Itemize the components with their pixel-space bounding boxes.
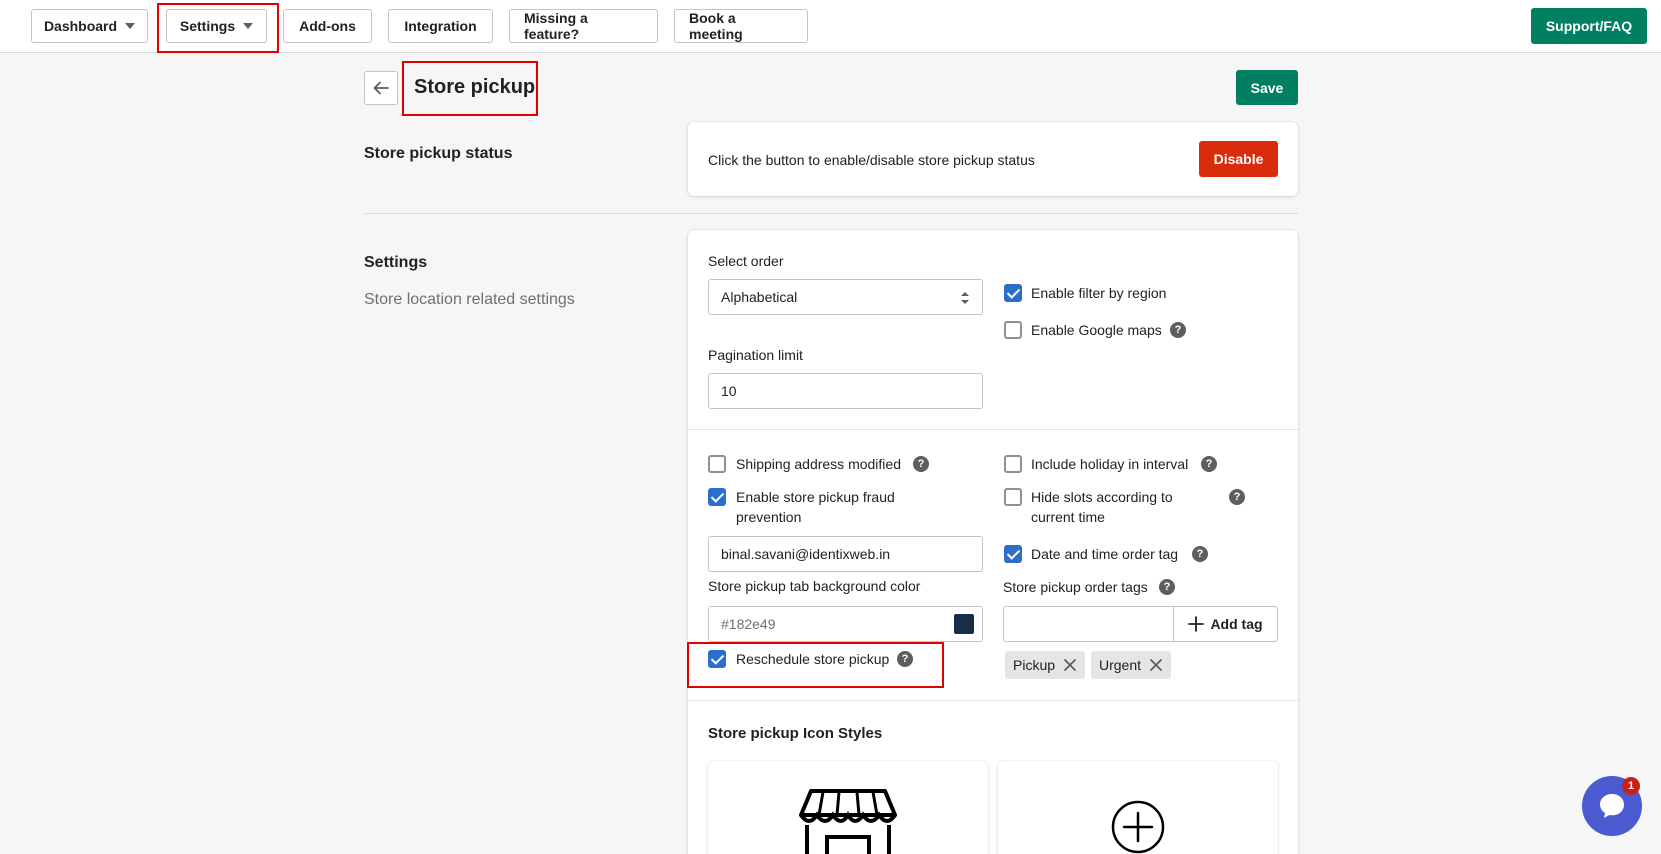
settings-section-subtitle: Store location related settings — [364, 291, 575, 308]
card-divider — [688, 700, 1298, 701]
help-icon[interactable]: ? — [897, 651, 913, 667]
tag-chip: Pickup — [1005, 651, 1086, 679]
status-section-title: Store pickup status — [364, 145, 513, 162]
close-icon[interactable] — [1063, 658, 1077, 672]
status-description: Click the button to enable/disable store… — [708, 152, 1035, 168]
hide-slots-label-line2: current time — [1031, 509, 1105, 525]
tag-label: Urgent — [1099, 657, 1142, 673]
pagination-label: Pagination limit — [708, 347, 803, 363]
bg-color-label: Store pickup tab background color — [708, 578, 921, 594]
disable-button[interactable]: Disable — [1199, 141, 1278, 177]
nav-dashboard-label: Dashboard — [43, 18, 118, 34]
icon-styles-title: Store pickup Icon Styles — [708, 725, 883, 742]
nav-dashboard-button[interactable]: Dashboard — [31, 9, 148, 43]
nav-addons-button[interactable]: Add-ons — [283, 9, 372, 43]
chat-icon — [1600, 794, 1624, 818]
color-picker-button[interactable] — [946, 606, 983, 642]
bg-color-input[interactable]: #182e49 — [708, 606, 947, 642]
fraud-prevention-checkbox[interactable] — [708, 488, 726, 506]
select-arrows-icon — [961, 292, 969, 304]
color-swatch — [954, 614, 974, 634]
select-order-dropdown[interactable]: Alphabetical — [708, 279, 983, 315]
fraud-prevention-label-line2: prevention — [736, 509, 802, 525]
settings-section-title: Settings — [364, 254, 428, 271]
include-holiday-label: Include holiday in interval — [1031, 456, 1189, 472]
icon-style-option-store[interactable] — [708, 761, 988, 854]
section-divider — [364, 213, 1298, 214]
page-title: Store pickup — [414, 76, 536, 98]
enable-filter-region-label: Enable filter by region — [1031, 285, 1167, 301]
help-icon[interactable]: ? — [1192, 546, 1208, 562]
add-tag-label: Add tag — [1210, 616, 1263, 632]
add-circle-icon — [1111, 800, 1165, 854]
help-icon[interactable]: ? — [913, 456, 929, 472]
help-icon[interactable]: ? — [1159, 579, 1175, 595]
nav-book-meeting-button[interactable]: Book a meeting — [674, 9, 808, 43]
enable-filter-region-checkbox[interactable] — [1004, 284, 1022, 302]
nav-settings-label: Settings — [179, 18, 236, 34]
hide-slots-checkbox[interactable] — [1004, 488, 1022, 506]
back-button[interactable] — [364, 71, 398, 105]
tag-chip: Urgent — [1091, 651, 1172, 679]
icon-style-option-add[interactable] — [998, 761, 1278, 854]
select-order-value: Alphabetical — [721, 289, 798, 305]
reschedule-checkbox[interactable] — [708, 650, 726, 668]
enable-google-maps-checkbox[interactable] — [1004, 321, 1022, 339]
store-icon — [799, 789, 897, 854]
enable-google-maps-label: Enable Google maps — [1031, 322, 1162, 338]
card-divider — [688, 429, 1298, 430]
add-tag-button[interactable]: Add tag — [1173, 606, 1278, 642]
reschedule-label: Reschedule store pickup — [736, 651, 890, 667]
chevron-down-icon — [125, 23, 136, 29]
nav-integration-button[interactable]: Integration — [388, 9, 493, 43]
save-button[interactable]: Save — [1236, 70, 1298, 105]
close-icon[interactable] — [1149, 658, 1163, 672]
date-time-tag-checkbox[interactable] — [1004, 545, 1022, 563]
fraud-prevention-label-line1: Enable store pickup fraud — [736, 489, 895, 505]
nav-settings-button[interactable]: Settings — [166, 9, 267, 43]
shipping-address-modified-label: Shipping address modified — [736, 456, 901, 472]
help-icon[interactable]: ? — [1229, 489, 1245, 505]
date-time-tag-label: Date and time order tag — [1031, 546, 1179, 562]
select-order-label: Select order — [708, 253, 784, 269]
support-faq-button[interactable]: Support/FAQ — [1531, 8, 1647, 44]
chevron-down-icon — [243, 23, 254, 29]
chat-notification-badge: 1 — [1622, 777, 1640, 795]
shipping-address-modified-checkbox[interactable] — [708, 455, 726, 473]
include-holiday-checkbox[interactable] — [1004, 455, 1022, 473]
nav-missing-feature-button[interactable]: Missing a feature? — [509, 9, 658, 43]
order-tags-label: Store pickup order tags — [1003, 579, 1148, 595]
order-tag-input[interactable] — [1003, 606, 1174, 642]
help-icon[interactable]: ? — [1170, 322, 1186, 338]
fraud-email-input[interactable]: binal.savani@identixweb.in — [708, 536, 983, 572]
tag-label: Pickup — [1013, 657, 1056, 673]
help-icon[interactable]: ? — [1201, 456, 1217, 472]
plus-icon — [1188, 616, 1205, 632]
hide-slots-label-line1: Hide slots according to — [1031, 489, 1173, 505]
top-nav: Dashboard Settings Add-ons Integration M… — [0, 0, 1661, 53]
arrow-left-icon — [373, 81, 389, 95]
pagination-input[interactable]: 10 — [708, 373, 983, 409]
